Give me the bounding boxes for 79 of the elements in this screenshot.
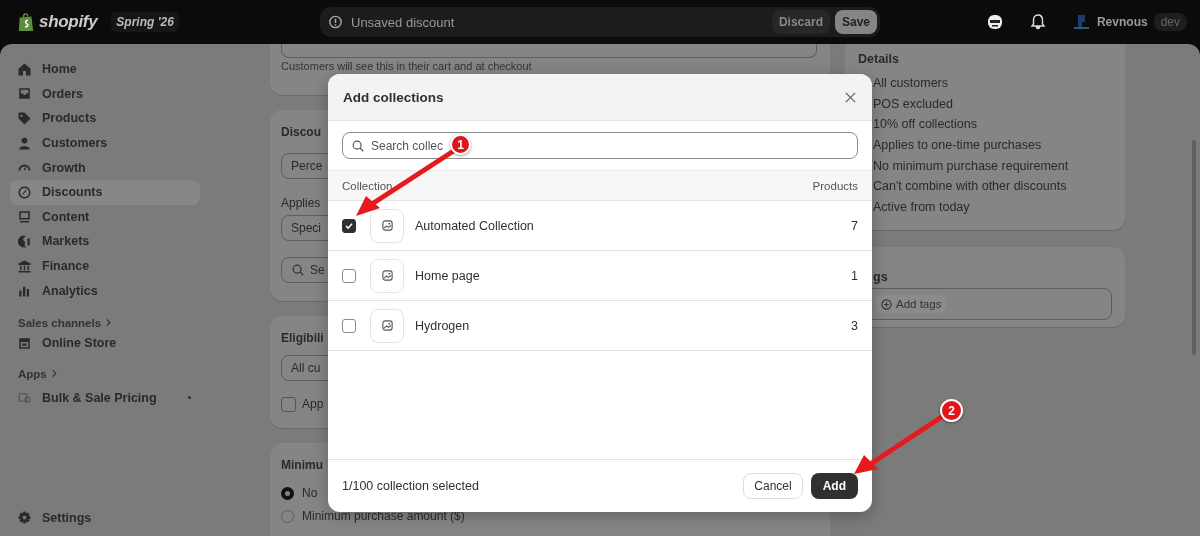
monitor-icon [17,209,32,225]
checkbox[interactable] [342,318,356,333]
column-header: Products [812,179,858,192]
store-icon [17,335,32,351]
product-count: 3 [851,318,858,333]
checkbox[interactable] [342,218,356,233]
store-name[interactable]: Revnous [1096,15,1148,29]
column-header: Collection [342,179,393,192]
detail-item: Can't combine with other discounts [872,179,1068,194]
detail-item: 10% off collections [872,117,978,132]
bank-icon [17,258,32,274]
close-icon[interactable] [844,90,857,104]
sidebar-item[interactable]: Orders [10,81,200,107]
sidebar-item[interactable]: Content [10,204,200,230]
message-field[interactable] [281,44,817,58]
sidebar-item[interactable]: Markets [10,229,200,254]
tag-icon [17,111,32,126]
edition-badge: Spring '26 [111,12,179,32]
discount-icon [17,184,32,200]
apps-heading[interactable]: Apps [10,367,200,380]
collection-name: Automated Collection [415,218,534,233]
card-title: Details [858,52,900,66]
detail-item: Active from today [872,200,971,215]
gear-icon [17,510,32,526]
checkbox[interactable] [342,268,356,283]
add-button[interactable]: Add [810,473,858,499]
image-icon [380,319,394,332]
settings-item[interactable]: Settings [10,505,200,530]
chevron-right-icon [50,369,58,379]
detail-item: No minimum purchase requirement [872,158,1070,173]
home-icon [17,61,32,77]
person-icon [17,135,32,151]
card-title: Discou [281,124,322,139]
status-dot [188,396,191,400]
card-title: Eligibili [281,330,325,345]
sidebar-item[interactable]: Growth [10,155,200,180]
sales-channels-heading[interactable]: Sales channels [10,316,200,329]
app-icon [17,390,32,406]
search-icon [291,262,305,277]
collection-name: Home page [415,268,480,283]
sidebar-item[interactable]: Customers [10,130,200,156]
save-button[interactable]: Save [834,10,877,34]
sidebar-item[interactable]: Products [10,106,200,131]
card-title: Minimu [281,458,324,472]
checkbox-label: App [302,397,324,412]
card-title: gs [872,270,889,284]
sidebar-item[interactable]: Home [10,57,200,82]
shopping-bag-icon [17,12,35,32]
collection-name: Hydrogen [415,318,470,333]
sidebar-item[interactable]: Analytics [10,278,200,303]
radio-label: No [302,486,318,500]
sidebar-item[interactable]: Finance [10,253,200,279]
sidebar-item[interactable]: Online Store [10,330,200,356]
detail-item: Applies to one-time purchases [872,138,1043,153]
product-count: 7 [851,218,858,233]
radio-button[interactable] [281,486,294,500]
dialog-title: Add collections [343,89,444,105]
sidebar-item[interactable]: Discounts [10,179,200,205]
dev-badge: dev [1153,13,1187,31]
unsaved-message: Unsaved discount [351,14,456,30]
image-icon [380,219,394,232]
detail-item: POS excluded [872,96,954,111]
selection-count: 1/100 collection selected [342,479,479,493]
detail-item: All customers [872,76,950,90]
checkbox[interactable] [281,396,296,412]
sidebar-item[interactable]: Bulk & Sale Pricing [10,385,200,411]
field-label: Applies [281,195,322,210]
image-icon [380,269,394,282]
inbox-icon [17,86,32,102]
shopify-logo[interactable]: shopify [39,12,98,32]
plus-circle-icon [881,298,892,310]
cancel-button[interactable]: Cancel [743,473,803,499]
chevron-right-icon [105,318,113,328]
discard-button[interactable]: Discard [771,10,830,34]
search-icon [351,138,365,153]
alert-icon [328,14,343,30]
product-count: 1 [851,268,858,283]
helper-text: Customers will see this in their cart and at checkout [281,60,533,72]
add-tags-button[interactable]: Add tags [875,295,948,313]
